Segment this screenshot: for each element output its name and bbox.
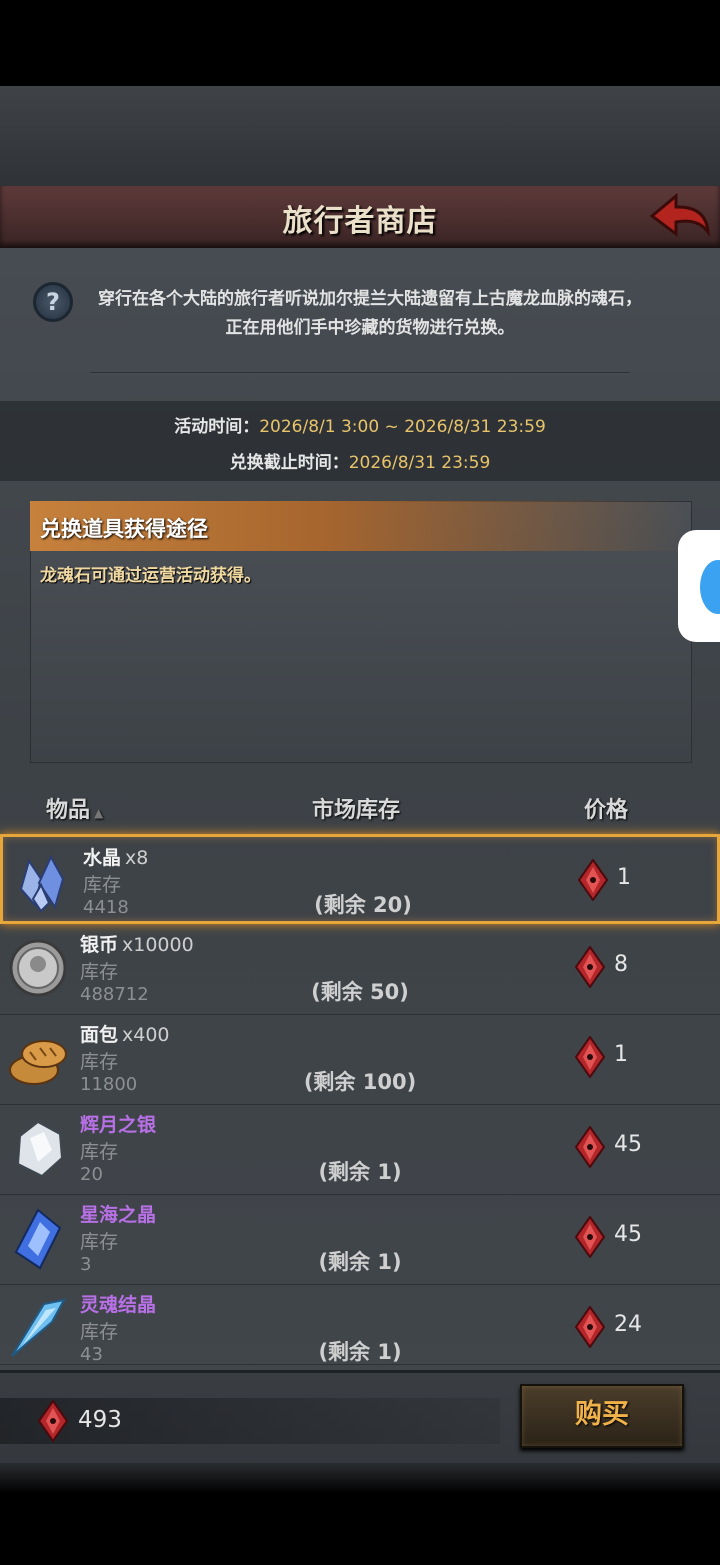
bread-icon [8,1026,68,1090]
stock-label: 库存 [80,1231,119,1253]
stock-label: 库存 [83,874,122,896]
buy-button[interactable]: 购买 [520,1384,684,1448]
item-name: 星海之晶 [80,1200,156,1227]
item-price: 45 [614,1222,642,1247]
page-title: 旅行者商店 [282,204,438,239]
stock-value: 11800 [80,1074,138,1095]
soul-crystal-icon [8,1296,68,1360]
column-item-label: 物品 [46,798,91,823]
market-remaining: (剩余 1) [318,1250,402,1274]
item-name-text: 水晶 [83,847,122,869]
info-header: 兑换道具获得途径 [40,517,208,541]
bottom-bar [0,1463,720,1565]
item-name-text: 星海之晶 [80,1204,157,1226]
item-name: 水晶 x8 [83,843,148,870]
sort-up-icon: ▲ [94,806,104,820]
list-item[interactable]: 星海之晶库存 3 (剩余 1) 45 [0,1194,720,1285]
dragon-soul-stone-icon [574,1035,606,1079]
item-name-text: 银币 [80,934,119,956]
stock-label: 库存 [80,961,119,983]
deadline-time: 兑换截止时间：2026/8/31 23:59 [0,448,720,473]
list-item[interactable]: 灵魂结晶库存 43 (剩余 1) 24 [0,1284,720,1365]
item-name: 灵魂结晶 [80,1290,156,1317]
item-name-text: 面包 [80,1024,119,1046]
dragon-soul-stone-icon [38,1400,68,1442]
item-price: 45 [614,1132,642,1157]
item-name: 面包 x400 [80,1020,170,1047]
back-arrow-icon[interactable] [648,192,712,240]
item-price: 1 [617,865,631,890]
activity-time-value: 2026/8/1 3:00 ~ 2026/8/31 23:59 [259,417,546,437]
market-remaining: (剩余 1) [318,1340,402,1364]
column-price: 价格 [584,798,629,823]
floating-assistant-button[interactable] [678,530,720,642]
item-quantity: x8 [125,847,149,869]
list-item[interactable]: 辉月之银库存 20 (剩余 1) 45 [0,1104,720,1195]
column-stock: 市场库存 [312,798,401,823]
item-price: 24 [614,1312,642,1337]
info-body: 龙魂石可通过运营活动获得。 [40,566,261,586]
item-name: 银币 x10000 [80,930,194,957]
dragon-soul-stone-icon [574,1215,606,1259]
dragon-soul-stone-icon [574,1305,606,1349]
item-name: 辉月之银 [80,1110,156,1137]
market-remaining: (剩余 20) [314,893,412,917]
market-remaining: (剩余 1) [318,1160,402,1184]
column-item[interactable]: 物品 ▲ [46,792,103,824]
activity-time: 活动时间：2026/8/1 3:00 ~ 2026/8/31 23:59 [0,412,720,437]
help-icon[interactable]: ? [33,282,73,322]
item-name-text: 辉月之银 [80,1114,157,1136]
deadline-time-value: 2026/8/31 23:59 [348,453,491,473]
market-remaining: (剩余 100) [303,1070,417,1094]
item-quantity: x10000 [122,934,194,956]
stock-label: 库存 [80,1051,119,1073]
stock-value: 488712 [80,984,149,1005]
deadline-time-label: 兑换截止时间： [229,453,349,473]
header-backdrop [0,86,720,186]
shop-description: 穿行在各个大陆的旅行者听说加尔提兰大陆遗留有上古魔龙血脉的魂石，正在用他们手中珍… [98,289,642,338]
silver-coin-icon [8,936,68,1000]
item-price: 1 [614,1042,628,1067]
dragon-soul-stone-icon [574,1125,606,1169]
moon-silver-icon [8,1116,68,1180]
stock-value: 43 [80,1344,103,1365]
list-item[interactable]: 银币 x10000 库存 488712 (剩余 50) 8 [0,924,720,1015]
top-bar [0,0,720,86]
stock-label: 库存 [80,1321,119,1343]
activity-time-label: 活动时间： [174,417,260,437]
list-item[interactable]: 面包 x400 库存 11800 (剩余 100) 1 [0,1014,720,1105]
list-item[interactable]: 水晶 x8 库存 4418 (剩余 20) 1 [0,834,720,924]
item-quantity: x400 [122,1024,170,1046]
stock-value: 4418 [83,897,129,918]
item-price: 8 [614,952,628,977]
market-remaining: (剩余 50) [311,980,409,1004]
item-name-text: 灵魂结晶 [80,1294,157,1316]
balance-bar [0,1398,500,1444]
star-crystal-icon [8,1206,68,1270]
dragon-soul-stone-icon [574,945,606,989]
crystal-icon [11,849,71,913]
dragon-soul-stone-icon [577,858,609,902]
stock-value: 20 [80,1164,103,1185]
stock-value: 3 [80,1254,92,1275]
assistant-icon [700,560,720,614]
balance-value: 493 [78,1407,122,1433]
divider [90,372,630,373]
stock-label: 库存 [80,1141,119,1163]
